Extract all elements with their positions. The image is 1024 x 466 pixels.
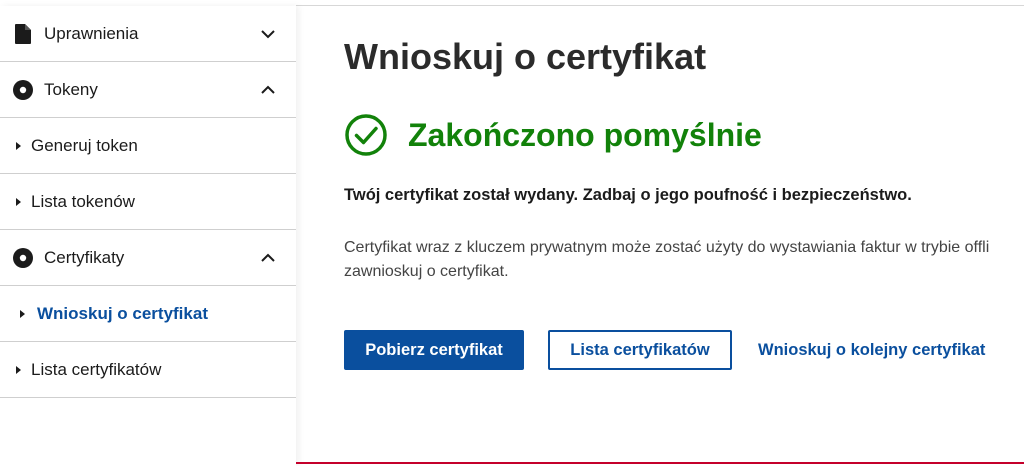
sidebar-item-label: Lista certyfikatów: [31, 359, 162, 379]
disc-icon: [13, 79, 33, 100]
success-message: Zakończono pomyślnie: [408, 116, 762, 153]
sidebar-item-generuj-token[interactable]: Generuj token: [0, 118, 296, 174]
footer-divider: [296, 462, 1024, 464]
caret-right-icon: [16, 365, 21, 374]
caret-right-icon: [20, 309, 25, 318]
top-divider: [296, 5, 1024, 6]
caret-right-icon: [16, 197, 21, 206]
success-banner: Zakończono pomyślnie: [344, 113, 762, 157]
document-icon: [13, 23, 33, 44]
description-line: zawnioskuj o certyfikat.: [344, 263, 509, 280]
sidebar: Uprawnienia Tokeny Generuj token Lista t…: [0, 6, 296, 466]
sidebar-item-wnioskuj-o-certyfikat[interactable]: Wnioskuj o certyfikat: [0, 286, 296, 342]
chevron-up-icon[interactable]: [260, 82, 276, 98]
description: Certyfikat wraz z kluczem prywatnym może…: [344, 236, 1024, 284]
sidebar-item-lista-certyfikatow[interactable]: Lista certyfikatów: [0, 342, 296, 398]
sidebar-item-lista-tokenow[interactable]: Lista tokenów: [0, 174, 296, 230]
sidebar-item-label: Wnioskuj o certyfikat: [37, 303, 208, 323]
sidebar-item-uprawnienia[interactable]: Uprawnienia: [0, 6, 296, 62]
sidebar-item-label: Tokeny: [44, 79, 98, 99]
sidebar-item-label: Lista tokenów: [31, 191, 135, 211]
description-line: Certyfikat wraz z kluczem prywatnym może…: [344, 239, 990, 256]
sidebar-item-label: Certyfikaty: [44, 247, 125, 267]
check-circle-icon: [345, 114, 387, 156]
sidebar-item-label: Generuj token: [31, 135, 138, 155]
sidebar-item-label: Uprawnienia: [44, 23, 139, 43]
action-buttons: Pobierz certyfikat Lista certyfikatów Wn…: [344, 330, 985, 370]
sidebar-item-certyfikaty[interactable]: Certyfikaty: [0, 230, 296, 286]
issued-message: Twój certyfikat został wydany. Zadbaj o …: [344, 186, 912, 204]
chevron-up-icon[interactable]: [260, 250, 276, 266]
request-another-certificate-link[interactable]: Wnioskuj o kolejny certyfikat: [758, 330, 985, 370]
download-certificate-button[interactable]: Pobierz certyfikat: [344, 330, 524, 370]
caret-right-icon: [16, 141, 21, 150]
sidebar-item-tokeny[interactable]: Tokeny: [0, 62, 296, 118]
chevron-down-icon[interactable]: [260, 26, 276, 42]
disc-icon: [13, 247, 33, 268]
certificate-list-button[interactable]: Lista certyfikatów: [548, 330, 732, 370]
page-title: Wnioskuj o certyfikat: [344, 36, 707, 77]
